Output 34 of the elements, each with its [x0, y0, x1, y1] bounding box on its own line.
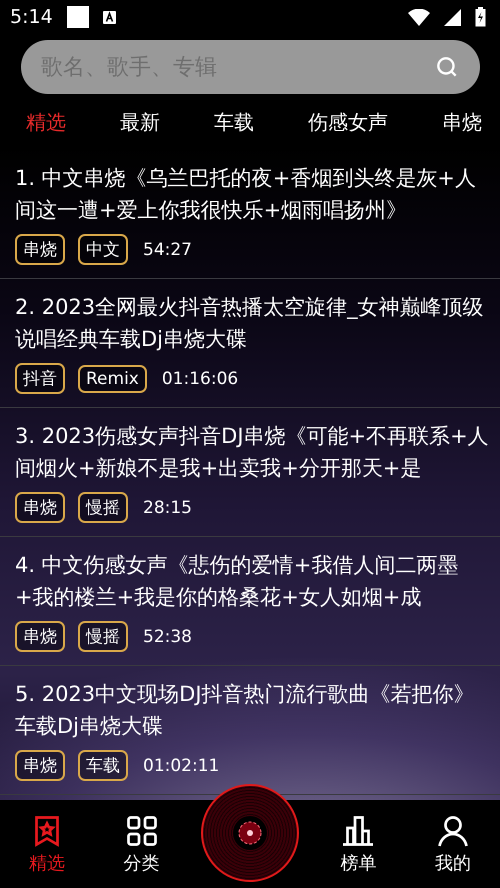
song-duration: 52:38 — [143, 626, 192, 646]
category-tab[interactable]: 伤感女声 — [300, 104, 396, 140]
song-tag: 串烧 — [15, 234, 65, 265]
song-tag: 串烧 — [15, 750, 65, 781]
song-tag: 中文 — [78, 234, 128, 265]
song-tag: 车载 — [78, 750, 128, 781]
song-title: 4. 中文伤感女声《悲伤的爱情+我借人间二两墨+我的楼兰+我是你的格桑花+女人如烟+成 — [15, 552, 460, 611]
song-item[interactable]: 3. 2023伤感女声抖音DJ串烧《可能+不再联系+人间烟火+新娘不是我+出卖我+分开那天+是 串烧 慢摇 28:15 — [0, 408, 500, 537]
category-tab[interactable]: 精选 — [18, 104, 74, 140]
song-duration: 28:15 — [143, 498, 192, 518]
song-duration: 01:16:06 — [162, 368, 238, 388]
song-title: 2. 2023全网最火抖音热播太空旋律_女神巅峰顶级说唱经典车载Dj串烧大碟 — [15, 294, 485, 353]
song-tag: 慢摇 — [78, 492, 128, 523]
status-time: 5:14 — [10, 6, 53, 28]
category-tab[interactable]: 车载 — [206, 104, 262, 140]
song-tag: Remix — [78, 364, 147, 392]
song-item[interactable]: 2. 2023全网最火抖音热播太空旋律_女神巅峰顶级说唱经典车载Dj串烧大碟 抖音 Remix 01:16:06 — [0, 279, 500, 408]
nav-tab[interactable]: 榜单 — [323, 813, 394, 875]
song-tag: 慢摇 — [78, 621, 128, 652]
nav-tab[interactable]: 我的 — [418, 813, 488, 875]
song-duration: 54:27 — [143, 240, 192, 260]
nav-tab[interactable]: 精选 — [12, 813, 82, 875]
category-tab[interactable]: 串烧 — [434, 104, 490, 140]
category-tab[interactable]: 最新 — [112, 104, 168, 140]
song-tag: 抖音 — [15, 363, 65, 394]
song-tag: 串烧 — [15, 492, 65, 523]
song-title: 1. 中文串烧《乌兰巴托的夜+香烟到头终是灰+人间这一遭+爱上你我很快乐+烟雨唱扬州》 — [15, 165, 477, 224]
song-duration: 01:02:11 — [143, 756, 220, 776]
song-title: 5. 2023中文现场DJ抖音热门流行歌曲《若把你》车载Dj串烧大碟 — [15, 681, 476, 740]
song-tag: 串烧 — [15, 621, 65, 652]
song-item[interactable]: 4. 中文伤感女声《悲伤的爱情+我借人间二两墨+我的楼兰+我是你的格桑花+女人如烟+成 串烧 慢摇 52:38 — [0, 537, 500, 666]
song-title: 3. 2023伤感女声抖音DJ串烧《可能+不再联系+人间烟火+新娘不是我+出卖我+分开那天+是 — [15, 423, 490, 482]
nav-tab[interactable]: 分类 — [106, 813, 177, 875]
song-item[interactable]: 1. 中文串烧《乌兰巴托的夜+香烟到头终是灰+人间这一遭+爱上你我很快乐+烟雨唱扬州》 串烧 中文 54:27 — [0, 150, 500, 279]
